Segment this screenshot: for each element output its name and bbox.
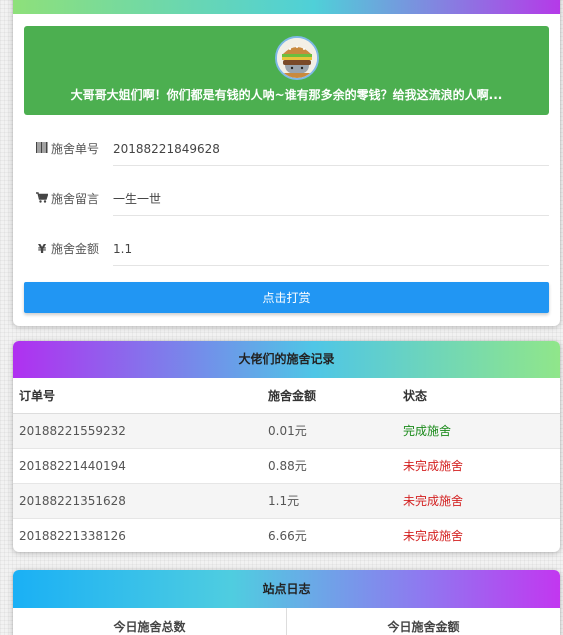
barcode-icon [35,142,49,156]
amount-cell: 6.66元 [262,517,397,552]
order-number-label: 施舍单号 [51,142,100,156]
records-title: 大佬们的施舍记录 [13,341,560,378]
table-row: 20188221351628 1.1元 未完成施舍 [13,482,560,518]
table-header-row: 订单号 施舍金额 状态 [13,378,560,414]
status-cell: 未完成施舍 [397,517,560,552]
amount-cell: 0.01元 [262,412,397,448]
table-row: 20188221559232 0.01元 完成施舍 [13,412,560,448]
cart-icon [35,192,49,206]
status-cell: 完成施舍 [397,412,560,448]
status-cell: 未完成施舍 [397,447,560,483]
amount-field: ¥ 施舍金额 [35,232,549,268]
order-cell: 20188221559232 [13,412,262,448]
yen-icon: ¥ [37,242,47,256]
donation-records-card: 大佬们的施舍记录 订单号 施舍金额 状态 20188221559232 0.01… [13,341,560,552]
order-cell: 20188221338126 [13,517,262,552]
order-number-field: 施舍单号 [35,132,549,168]
banner-message: 大哥哥大姐们啊！你们都是有钱的人呐~谁有那多余的零钱？给我这流浪的人啊... [70,88,503,102]
amount-input[interactable] [113,232,549,266]
records-table: 订单号 施舍金额 状态 20188221559232 0.01元 完成施舍 20… [13,378,560,552]
order-number-input[interactable] [113,132,549,166]
site-log-card: 站点日志 今日施舍总数 今日施舍金额 [13,570,560,635]
message-label: 施舍留言 [51,192,100,206]
gradient-stripe [13,0,560,14]
message-banner: 大哥哥大姐们啊！你们都是有钱的人呐~谁有那多余的零钱？给我这流浪的人啊... [24,26,549,115]
tip-button[interactable]: 点击打赏 [24,282,549,313]
column-header-order: 订单号 [13,378,262,414]
column-header-status: 状态 [397,378,560,414]
table-row: 20188221440194 0.88元 未完成施舍 [13,447,560,483]
today-donation-count-label: 今日施舍总数 [113,620,186,634]
today-donation-amount-label: 今日施舍金额 [286,608,560,635]
status-cell: 未完成施舍 [397,482,560,518]
amount-cell: 0.88元 [262,447,397,483]
message-field: 施舍留言 [35,182,549,218]
site-log-title: 站点日志 [13,570,560,608]
column-header-amount: 施舍金额 [262,378,397,414]
amount-cell: 1.1元 [262,482,397,518]
site-log-stats: 今日施舍总数 今日施舍金额 [13,608,560,635]
table-row: 20188221338126 6.66元 未完成施舍 [13,517,560,552]
order-cell: 20188221351628 [13,482,262,518]
burger-cat-icon [275,36,319,80]
donation-form-card: 大哥哥大姐们啊！你们都是有钱的人呐~谁有那多余的零钱？给我这流浪的人啊... 施… [13,0,560,326]
order-cell: 20188221440194 [13,447,262,483]
amount-label: 施舍金额 [51,242,100,256]
message-input[interactable] [113,182,549,216]
